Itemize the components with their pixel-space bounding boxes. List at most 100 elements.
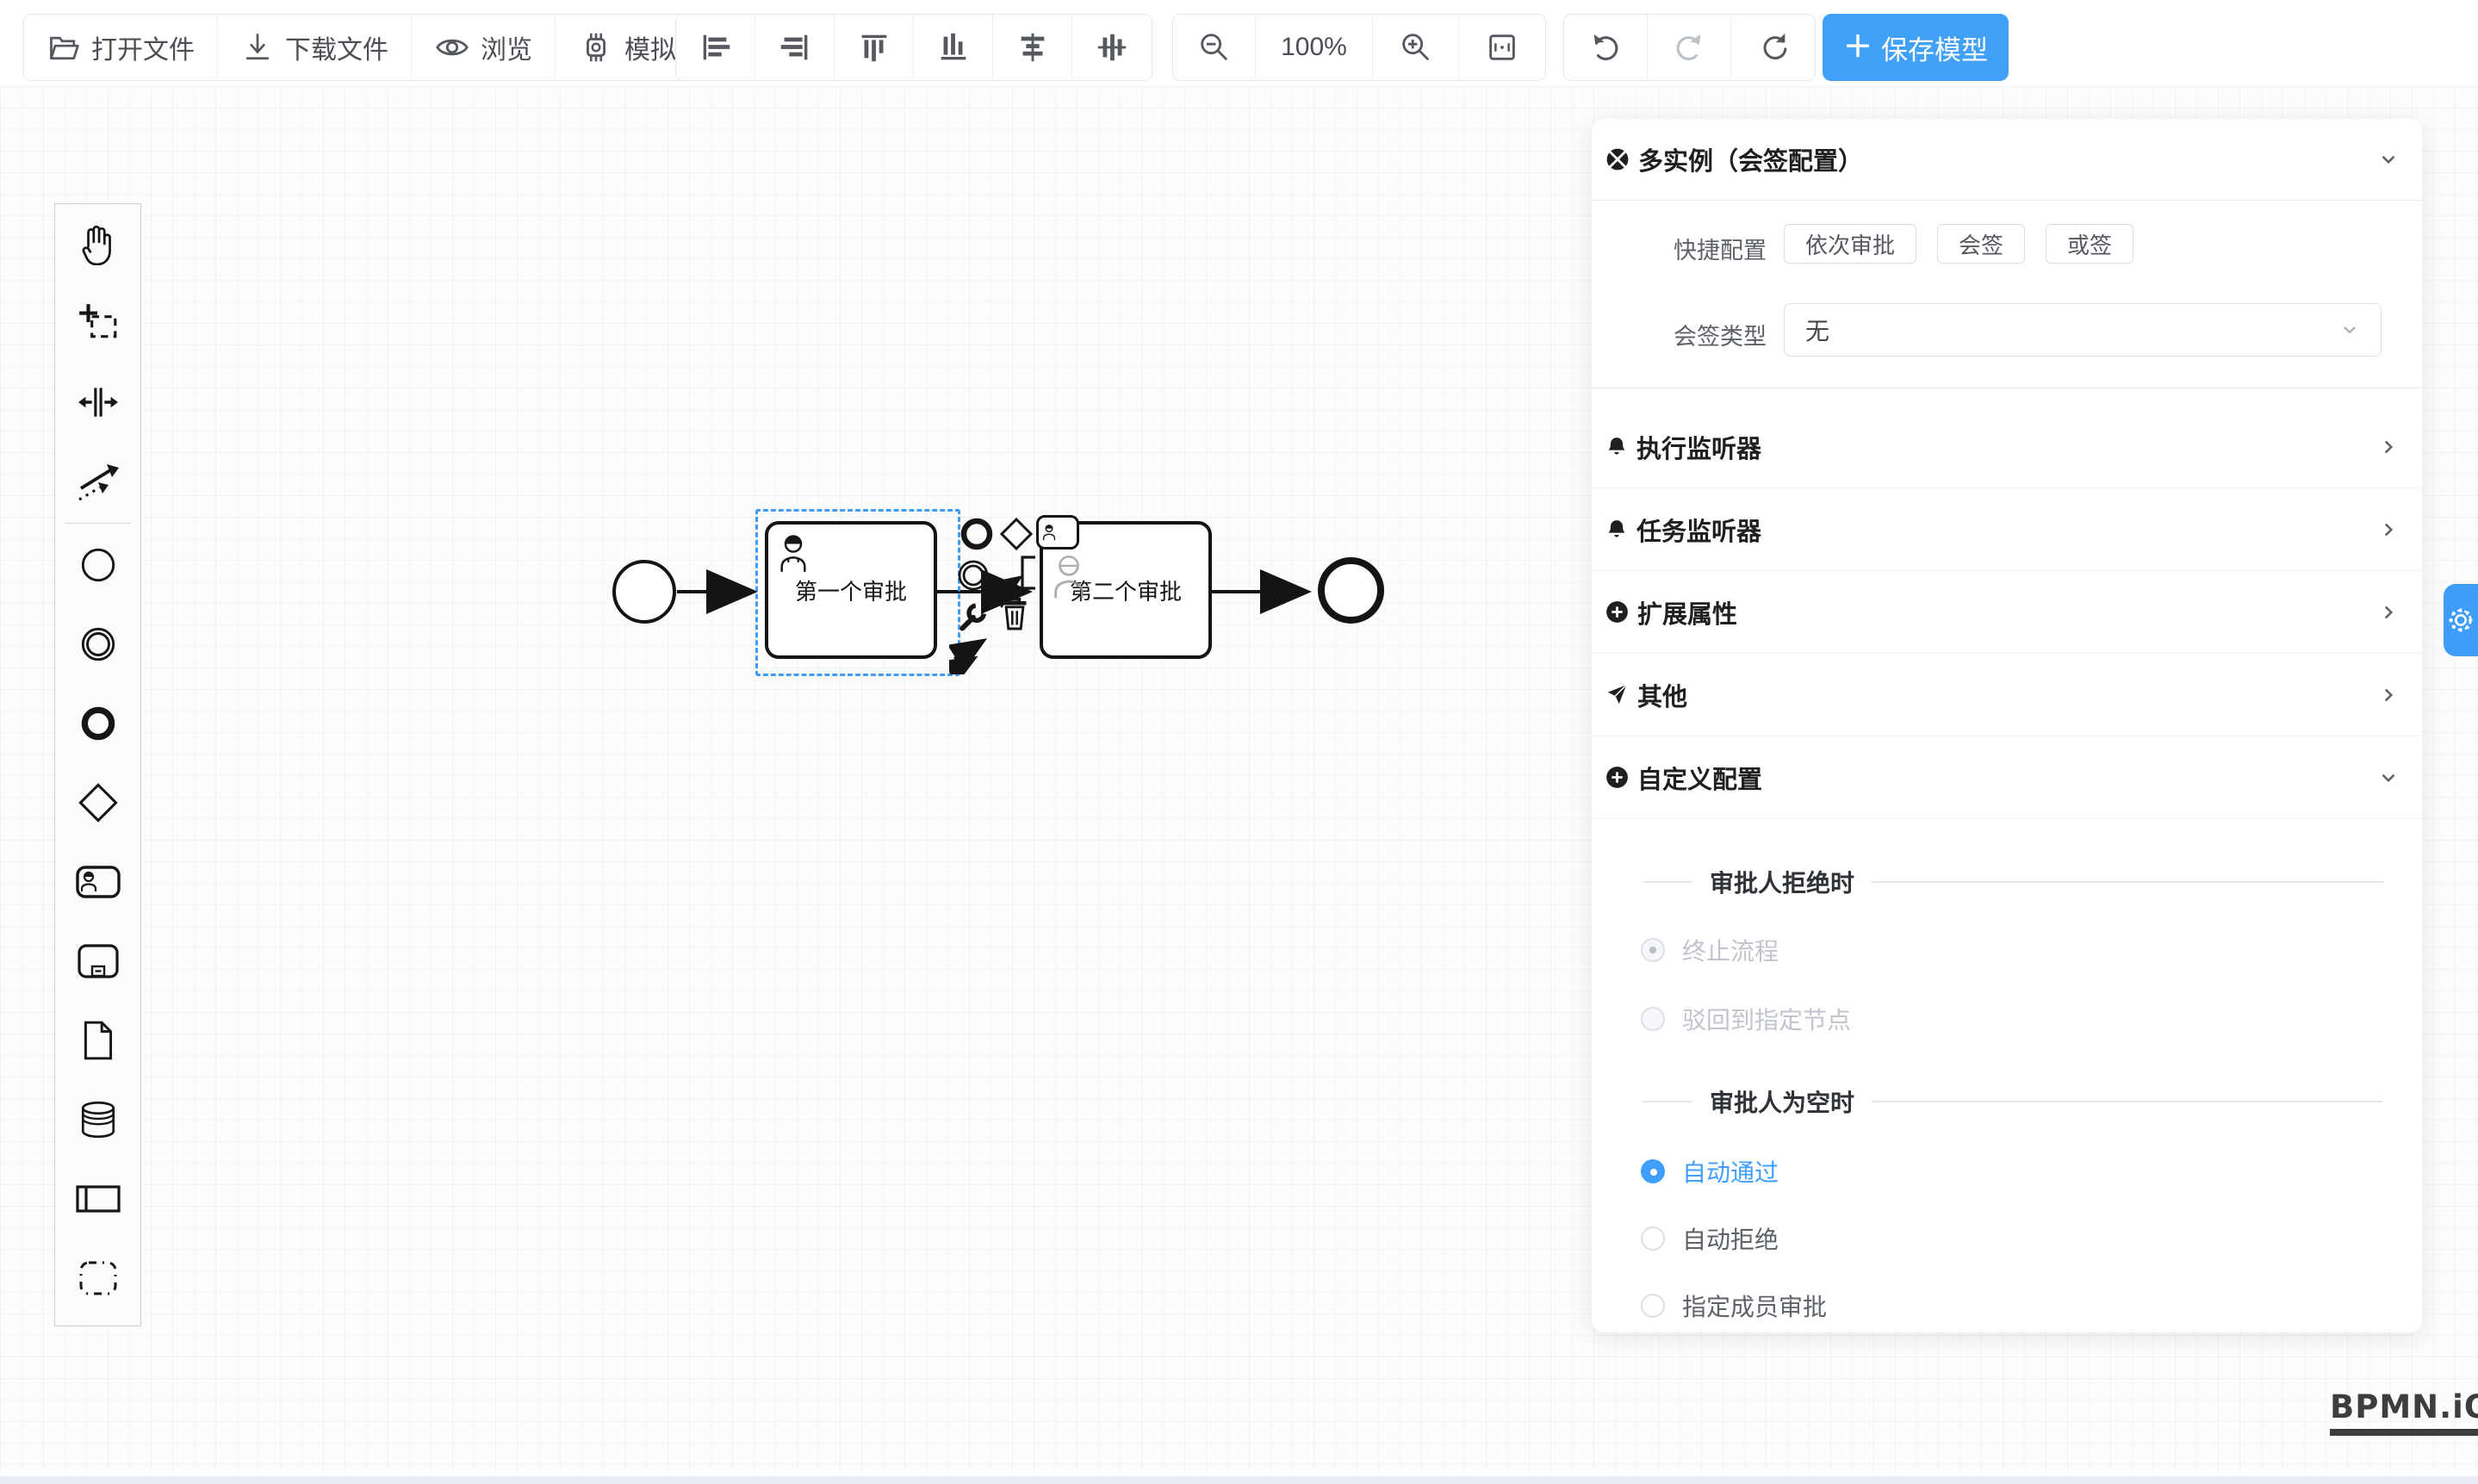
- end-event[interactable]: [1318, 557, 1384, 624]
- countersign-type-value: 无: [1805, 313, 1829, 347]
- chevron-right-icon: [2377, 601, 2400, 624]
- radio-label: 自动通过: [1682, 1154, 1779, 1189]
- palette-data-object[interactable]: [55, 1001, 140, 1080]
- align-left-button[interactable]: [676, 15, 755, 80]
- quick-config-label: 快捷配置: [1663, 232, 1767, 265]
- redo-button[interactable]: [1648, 15, 1731, 80]
- align-center-horizontal-icon: [1015, 29, 1051, 65]
- quick-option-orsign-button[interactable]: 或签: [2046, 224, 2133, 264]
- align-center-vertical-button[interactable]: [1072, 15, 1152, 80]
- chevron-right-icon: [2377, 436, 2400, 458]
- fit-viewport-icon: [1484, 29, 1520, 65]
- other-section[interactable]: 其他: [1592, 654, 2422, 736]
- palette-intermediate-event[interactable]: [55, 605, 140, 684]
- file-toolbar-group: 打开文件 下载文件 浏览 模拟: [23, 14, 699, 81]
- align-bottom-button[interactable]: [914, 15, 993, 80]
- append-gateway-icon[interactable]: [997, 515, 1035, 553]
- simulate-label: 模拟: [624, 28, 676, 66]
- align-right-icon: [777, 29, 813, 65]
- align-right-button[interactable]: [755, 15, 835, 80]
- hand-tool[interactable]: [55, 204, 140, 283]
- zoom-level-display[interactable]: 100%: [1256, 15, 1373, 80]
- countersign-type-select[interactable]: 无: [1784, 303, 2382, 357]
- align-center-horizontal-button[interactable]: [993, 15, 1072, 80]
- radio-icon: [1641, 1294, 1665, 1318]
- quick-config-buttons: 依次审批 会签 或签: [1784, 224, 2154, 264]
- space-tool-icon: [77, 381, 120, 424]
- ghost-user-icon: [1050, 552, 1088, 600]
- task-listener-section[interactable]: 任务监听器: [1592, 488, 2422, 571]
- quick-option-sequential-button[interactable]: 依次审批: [1784, 224, 1916, 264]
- align-toolbar-group: [675, 14, 1152, 81]
- execution-listener-section[interactable]: 执行监听器: [1592, 406, 2422, 488]
- trash-icon[interactable]: [999, 594, 1030, 632]
- lasso-tool[interactable]: [55, 283, 140, 363]
- chevron-down-icon: [2377, 767, 2400, 789]
- eye-icon: [434, 29, 470, 65]
- global-connect-tool[interactable]: [55, 442, 140, 521]
- countersign-type-label: 会签类型: [1663, 318, 1767, 351]
- paper-plane-icon: [1605, 683, 1629, 706]
- multi-instance-icon: [1605, 147, 1630, 171]
- extended-properties-section[interactable]: 扩展属性: [1592, 571, 2422, 654]
- lasso-icon: [77, 301, 120, 345]
- bottom-edge-strip: [0, 1476, 2478, 1484]
- radio-auto-pass[interactable]: 自动通过: [1641, 1148, 1779, 1195]
- palette-group[interactable]: [55, 1239, 140, 1318]
- settings-tab[interactable]: [2444, 584, 2478, 656]
- chevron-down-icon: [2339, 320, 2360, 340]
- palette-data-store[interactable]: [55, 1080, 140, 1159]
- refresh-button[interactable]: [1731, 15, 1815, 80]
- panel-title: 多实例（会签配置）: [1638, 141, 1863, 177]
- download-file-button[interactable]: 下载文件: [218, 15, 412, 80]
- bpmn-io-logo-underline: [2330, 1429, 2478, 1436]
- append-end-event-icon[interactable]: [960, 517, 994, 551]
- chip-icon: [578, 29, 614, 65]
- task-label: 第一个审批: [795, 574, 907, 606]
- chevron-down-icon: [2377, 148, 2400, 171]
- quick-option-countersign-button[interactable]: 会签: [1937, 224, 2025, 264]
- align-top-button[interactable]: [835, 15, 914, 80]
- radio-return-to-node: 驳回到指定节点: [1641, 996, 1851, 1042]
- radio-auto-reject[interactable]: 自动拒绝: [1641, 1215, 1779, 1262]
- custom-config-title: 自定义配置: [1637, 760, 1762, 796]
- plus-icon: ＋: [1843, 33, 1872, 62]
- extended-properties-title: 扩展属性: [1637, 594, 1737, 630]
- bpmn-io-logo[interactable]: BPMN.iO: [2330, 1388, 2478, 1436]
- open-file-button[interactable]: 打开文件: [24, 15, 218, 80]
- radio-icon: [1641, 1007, 1665, 1031]
- undo-button[interactable]: [1564, 15, 1648, 80]
- radio-icon: [1641, 1226, 1665, 1251]
- download-icon: [240, 30, 275, 65]
- folder-open-icon: [47, 30, 81, 65]
- radio-assign-member[interactable]: 指定成员审批: [1641, 1282, 1827, 1329]
- start-event[interactable]: [612, 560, 676, 624]
- wrench-icon[interactable]: [956, 599, 991, 633]
- user-task-first[interactable]: 第一个审批: [765, 521, 937, 659]
- multi-instance-section-header[interactable]: 多实例（会签配置）: [1592, 119, 2422, 201]
- radio-label: 指定成员审批: [1682, 1288, 1827, 1323]
- palette-participant[interactable]: [55, 1159, 140, 1239]
- palette-user-task[interactable]: [55, 842, 140, 922]
- global-connect-icon: [76, 460, 121, 503]
- zoom-out-button[interactable]: [1173, 15, 1256, 80]
- align-center-vertical-icon: [1094, 29, 1130, 65]
- palette-gateway[interactable]: [55, 763, 140, 842]
- browse-button[interactable]: 浏览: [412, 15, 556, 80]
- palette-separator: [65, 523, 131, 524]
- append-intermediate-event-icon[interactable]: [956, 558, 991, 593]
- zoom-toolbar-group: 100%: [1172, 14, 1546, 81]
- palette-subprocess[interactable]: [55, 922, 140, 1001]
- palette-start-event[interactable]: [55, 525, 140, 605]
- palette-end-event[interactable]: [55, 684, 140, 763]
- chevron-right-icon: [2377, 684, 2400, 706]
- zoom-fit-button[interactable]: [1459, 15, 1545, 80]
- align-bottom-icon: [935, 29, 972, 65]
- custom-config-section[interactable]: 自定义配置: [1592, 736, 2422, 819]
- save-model-button[interactable]: ＋ 保存模型: [1823, 14, 2009, 81]
- connect-tool-icon[interactable]: [949, 633, 996, 674]
- space-tool[interactable]: [55, 363, 140, 442]
- append-user-task-icon[interactable]: [1036, 515, 1079, 550]
- append-text-annotation-icon[interactable]: [1018, 555, 1037, 591]
- zoom-in-button[interactable]: [1373, 15, 1459, 80]
